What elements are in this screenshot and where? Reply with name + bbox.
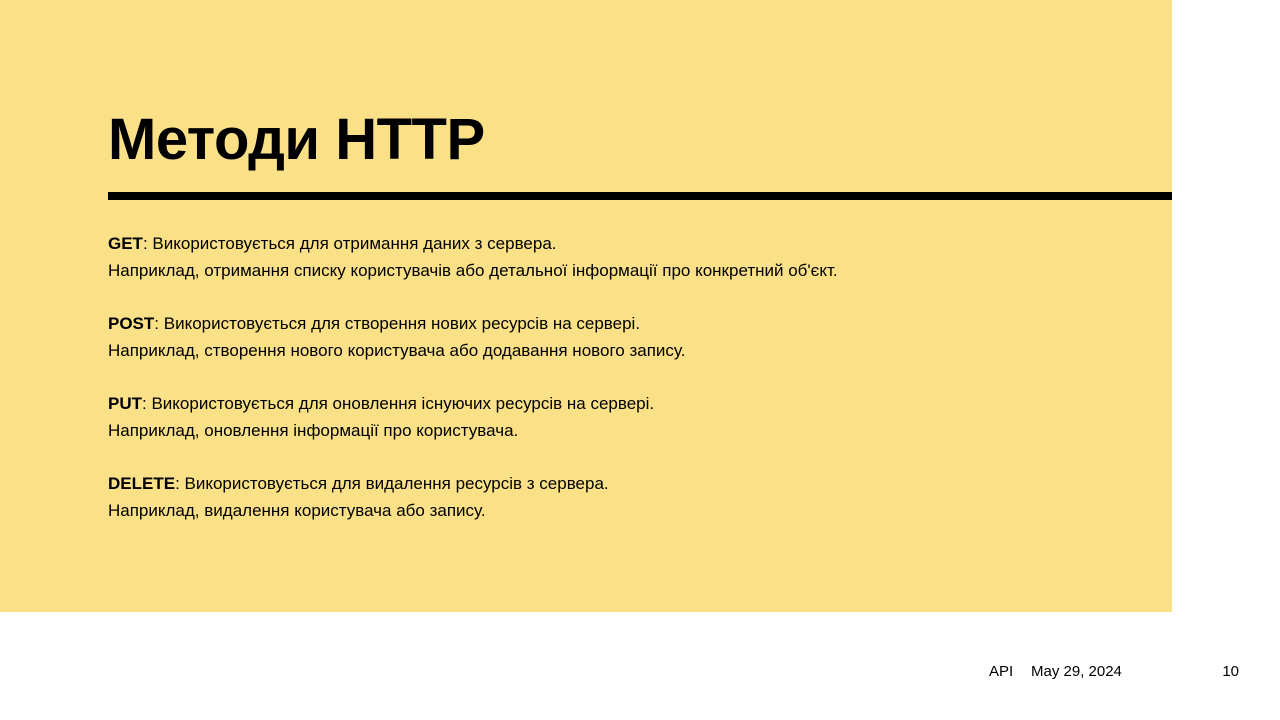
method-name: POST: [108, 314, 155, 333]
method-put-line: PUT: Використовується для оновлення існу…: [108, 390, 1148, 417]
method-description: Використовується для створення нових рес…: [163, 314, 641, 333]
method-get: GET: Використовується для отримання дани…: [108, 230, 1148, 284]
method-post: POST: Використовується для створення нов…: [108, 310, 1148, 364]
method-example: Наприклад, створення нового користувача …: [108, 341, 686, 360]
slide: Методи HTTP GET: Використовується для от…: [0, 0, 1280, 720]
method-description: Використовується для видалення ресурсів …: [184, 474, 609, 493]
method-name: PUT: [108, 394, 142, 413]
method-example: Наприклад, отримання списку користувачів…: [108, 261, 838, 280]
footer-page-number: 10: [1222, 663, 1239, 680]
method-delete-line: DELETE: Використовується для видалення р…: [108, 470, 1148, 497]
method-name: GET: [108, 234, 143, 253]
method-example: Наприклад, оновлення інформації про кори…: [108, 421, 519, 440]
slide-title: Методи HTTP: [108, 107, 485, 172]
method-example: Наприклад, видалення користувача або зап…: [108, 501, 486, 520]
method-delete: DELETE: Використовується для видалення р…: [108, 470, 1148, 524]
method-description: Використовується для оновлення існуючих …: [151, 394, 655, 413]
method-separator: :: [175, 474, 185, 493]
yellow-content-panel: Методи HTTP GET: Використовується для от…: [0, 0, 1172, 612]
method-description: Використовується для отримання даних з с…: [152, 234, 557, 253]
footer-presentation-title: API: [989, 663, 1014, 680]
method-put: PUT: Використовується для оновлення існу…: [108, 390, 1148, 444]
method-post-line: POST: Використовується для створення нов…: [108, 310, 1148, 337]
method-separator: :: [154, 314, 164, 333]
method-get-line: GET: Використовується для отримання дани…: [108, 230, 1148, 257]
title-divider: [108, 192, 1172, 200]
method-name: DELETE: [108, 474, 176, 493]
footer-date: May 29, 2024: [1031, 663, 1122, 680]
methods-list: GET: Використовується для отримання дани…: [108, 230, 1148, 550]
method-separator: :: [142, 234, 153, 253]
